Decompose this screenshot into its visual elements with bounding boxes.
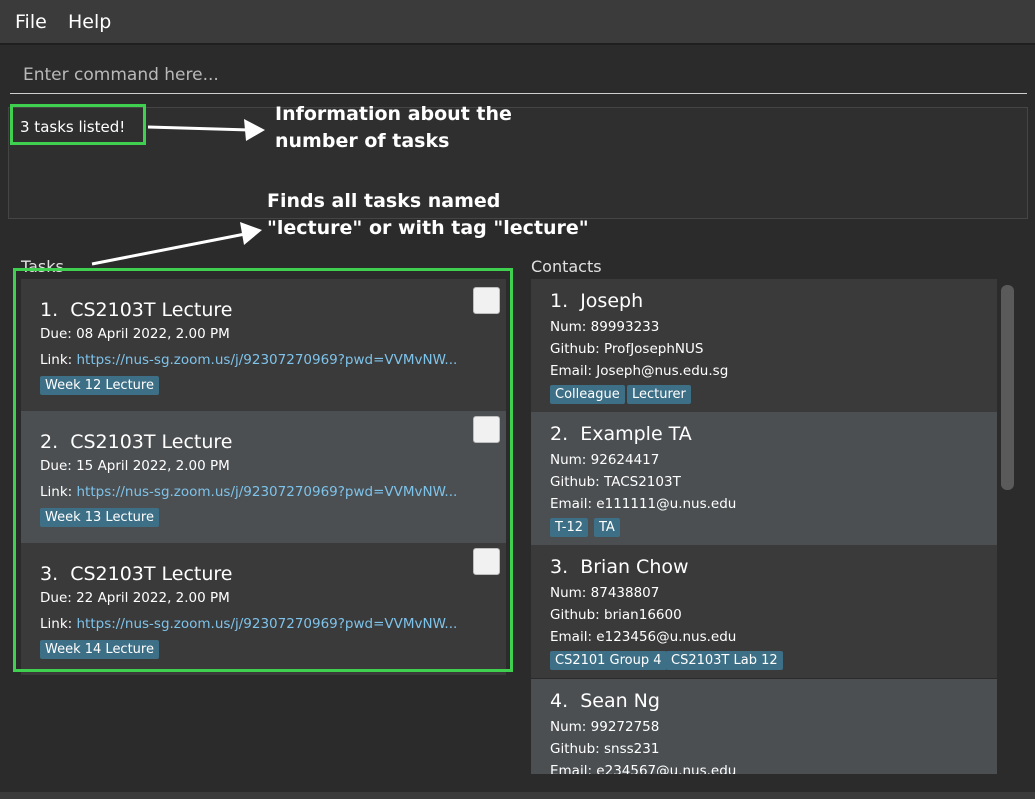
contact-num: Num: 92624417 (550, 452, 660, 468)
contact-email: Email: e123456@u.nus.edu (550, 629, 737, 645)
contact-tag: TA (594, 518, 620, 537)
contact-email: Email: e111111@u.nus.edu (550, 496, 737, 512)
annotation-info: Information about the number of tasks (275, 103, 512, 152)
contact-card[interactable]: 4. Sean Ng Num: 99272758 Github: snss231… (531, 679, 997, 774)
contact-email: Email: Joseph@nus.edu.sg (550, 363, 729, 379)
contact-name: 4. Sean Ng (550, 690, 660, 712)
contact-name: 3. Brian Chow (550, 556, 689, 578)
contact-list: 1. Joseph Num: 89993233 Github: ProfJose… (531, 279, 997, 774)
arrow-to-tasks-icon (91, 222, 262, 266)
tasks-highlight-box (13, 268, 513, 672)
contact-card[interactable]: 1. Joseph Num: 89993233 Github: ProfJose… (531, 279, 997, 412)
contact-num: Num: 99272758 (550, 719, 660, 735)
contact-tag: Lecturer (627, 385, 691, 404)
contact-tag: T-12 (550, 518, 588, 537)
contact-github: Github: snss231 (550, 741, 660, 757)
annotation-find: Finds all tasks named "lecture" or with … (267, 190, 589, 239)
contacts-label: Contacts (531, 257, 602, 276)
arrow-to-result-icon (147, 119, 265, 141)
contact-tag: CS2101 Group 4 (550, 651, 667, 670)
contacts-scrollbar[interactable] (1001, 285, 1014, 490)
contact-num: Num: 87438807 (550, 585, 660, 601)
contact-tag: CS2103T Lab 12 (666, 651, 783, 670)
contact-num: Num: 89993233 (550, 319, 660, 335)
status-bar (0, 792, 1035, 799)
contact-tag: Colleague (550, 385, 625, 404)
contact-github: Github: ProfJosephNUS (550, 341, 704, 357)
contact-card[interactable]: 2. Example TA Num: 92624417 Github: TACS… (531, 412, 997, 545)
contact-name: 2. Example TA (550, 423, 692, 445)
contact-card[interactable]: 3. Brian Chow Num: 87438807 Github: bria… (531, 545, 997, 678)
contact-github: Github: brian16600 (550, 607, 682, 623)
contact-name: 1. Joseph (550, 290, 644, 312)
contact-github: Github: TACS2103T (550, 474, 681, 490)
contact-email: Email: e234567@u.nus.edu (550, 763, 737, 774)
